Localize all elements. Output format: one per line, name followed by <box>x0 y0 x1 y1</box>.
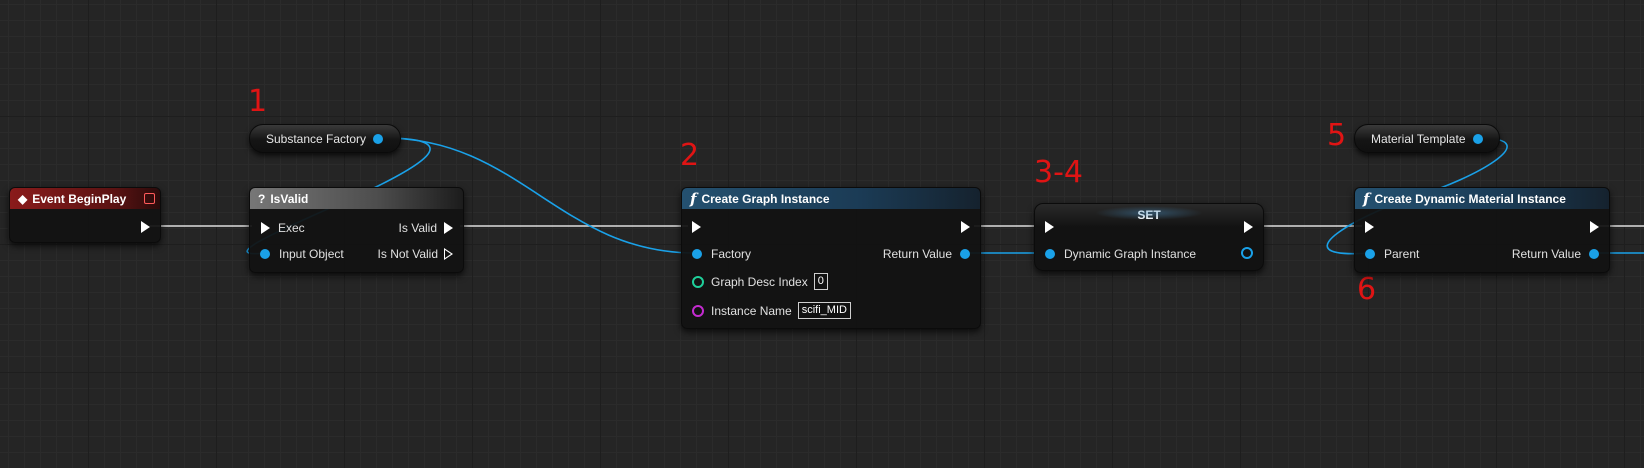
annotation-5: 5 <box>1327 118 1347 153</box>
return-value-label: Return Value <box>882 247 952 261</box>
question-icon: ? <box>258 191 266 206</box>
exec-in-pin[interactable] <box>261 222 270 234</box>
output-pin[interactable] <box>1241 247 1253 259</box>
function-icon: f <box>690 189 697 208</box>
is-valid-label: Is Valid <box>398 221 437 235</box>
annotation-6: 6 <box>1357 272 1377 307</box>
return-value-pin[interactable] <box>1589 249 1599 259</box>
exec-label: Exec <box>278 221 305 235</box>
input-object-label: Input Object <box>279 247 344 261</box>
exec-in-pin[interactable] <box>1045 221 1054 233</box>
node-title: Create Graph Instance <box>701 191 830 206</box>
node-title: SET <box>1137 208 1161 222</box>
event-begin-play-node[interactable]: ◆ Event BeginPlay <box>9 187 161 243</box>
node-title: Event BeginPlay <box>32 191 127 206</box>
object-out-pin[interactable] <box>1472 133 1483 144</box>
node-title: Create Dynamic Material Instance <box>1374 191 1566 206</box>
exec-out-pin[interactable] <box>1590 221 1599 233</box>
exec-out-pin[interactable] <box>141 221 150 233</box>
graph-desc-index-pin[interactable] <box>692 275 704 288</box>
is-not-valid-exec-pin[interactable] <box>444 248 453 260</box>
factory-pin[interactable] <box>692 249 702 259</box>
graph-desc-index-input[interactable]: 0 <box>813 273 828 290</box>
variable-label: Substance Factory <box>266 131 367 146</box>
event-diamond-icon: ◆ <box>18 191 28 206</box>
instance-name-input[interactable]: scifi_MID <box>797 302 851 319</box>
parent-pin[interactable] <box>1365 249 1375 259</box>
dynamic-graph-instance-pin[interactable] <box>1045 249 1055 259</box>
create-dynamic-material-instance-node[interactable]: f Create Dynamic Material Instance Paren… <box>1354 187 1610 273</box>
function-icon: f <box>1363 189 1370 208</box>
node-header: ? IsValid <box>250 188 463 209</box>
node-title: IsValid <box>270 191 309 206</box>
material-template-variable-node[interactable]: Material Template <box>1354 124 1500 153</box>
variable-label: Material Template <box>1371 131 1466 146</box>
is-not-valid-label: Is Not Valid <box>377 247 438 261</box>
delegate-pin-icon[interactable] <box>144 193 155 204</box>
instance-name-label: Instance Name <box>711 303 792 318</box>
exec-in-pin[interactable] <box>1365 221 1374 233</box>
dynamic-graph-instance-label: Dynamic Graph Instance <box>1064 247 1197 261</box>
substance-factory-variable-node[interactable]: Substance Factory <box>249 124 401 153</box>
instance-name-pin[interactable] <box>692 304 704 317</box>
exec-out-pin[interactable] <box>1244 221 1253 233</box>
annotation-2: 2 <box>680 138 700 173</box>
return-value-label: Return Value <box>1511 247 1581 261</box>
annotation-1: 1 <box>248 84 268 119</box>
parent-label: Parent <box>1384 247 1420 261</box>
create-graph-instance-node[interactable]: f Create Graph Instance Factory Return V… <box>681 187 981 329</box>
exec-out-pin[interactable] <box>961 221 970 233</box>
is-valid-node[interactable]: ? IsValid Exec Is Valid Input Object Is … <box>249 187 464 273</box>
factory-label: Factory <box>711 247 752 261</box>
graph-desc-index-label: Graph Desc Index <box>711 274 808 289</box>
node-header: f Create Dynamic Material Instance <box>1355 188 1609 209</box>
set-variable-node[interactable]: SET Dynamic Graph Instance <box>1034 203 1264 271</box>
annotation-3-4: 3-4 <box>1034 155 1083 190</box>
node-header: f Create Graph Instance <box>682 188 980 209</box>
return-value-pin[interactable] <box>960 249 970 259</box>
is-valid-exec-pin[interactable] <box>444 222 453 234</box>
node-header: ◆ Event BeginPlay <box>10 188 160 209</box>
exec-in-pin[interactable] <box>692 221 701 233</box>
input-object-pin[interactable] <box>260 249 270 259</box>
object-out-pin[interactable] <box>373 133 384 144</box>
